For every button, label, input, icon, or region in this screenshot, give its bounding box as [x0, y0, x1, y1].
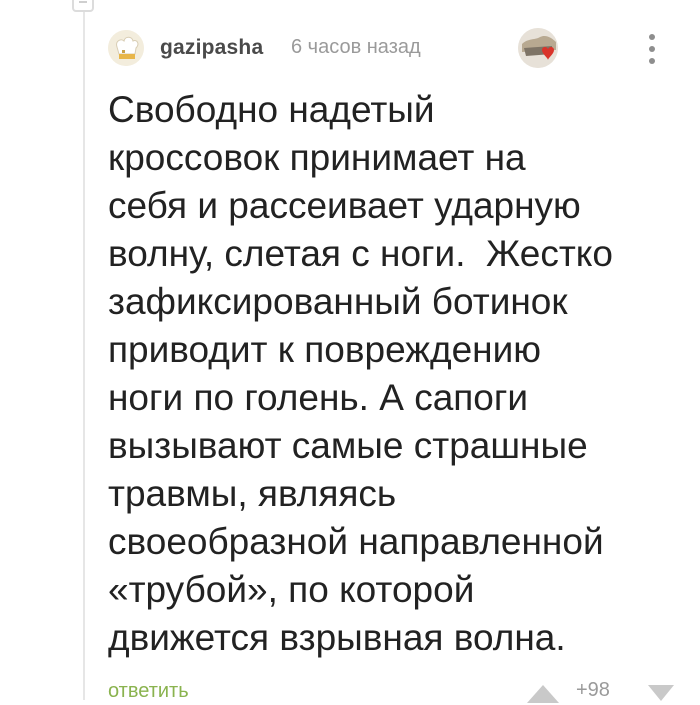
comment-header: gazipasha 6 часов назад [108, 28, 678, 68]
thread-line [83, 0, 85, 700]
comment-timestamp: 6 часов назад [291, 36, 421, 58]
heart-award-badge-icon[interactable] [518, 28, 558, 68]
comment-author[interactable]: gazipasha [160, 36, 263, 60]
vertical-dots-more-icon[interactable] [644, 32, 660, 66]
triangle-up-icon[interactable] [525, 681, 561, 705]
triangle-down-icon[interactable] [646, 683, 676, 703]
collapse-thread-icon[interactable] [72, 0, 94, 12]
chef-hat-avatar-icon [108, 30, 144, 66]
comment-rating: +98 [576, 679, 610, 701]
user-avatar[interactable] [108, 30, 144, 66]
comment-text: Свободно надетый кроссовок принимает на … [108, 89, 613, 658]
